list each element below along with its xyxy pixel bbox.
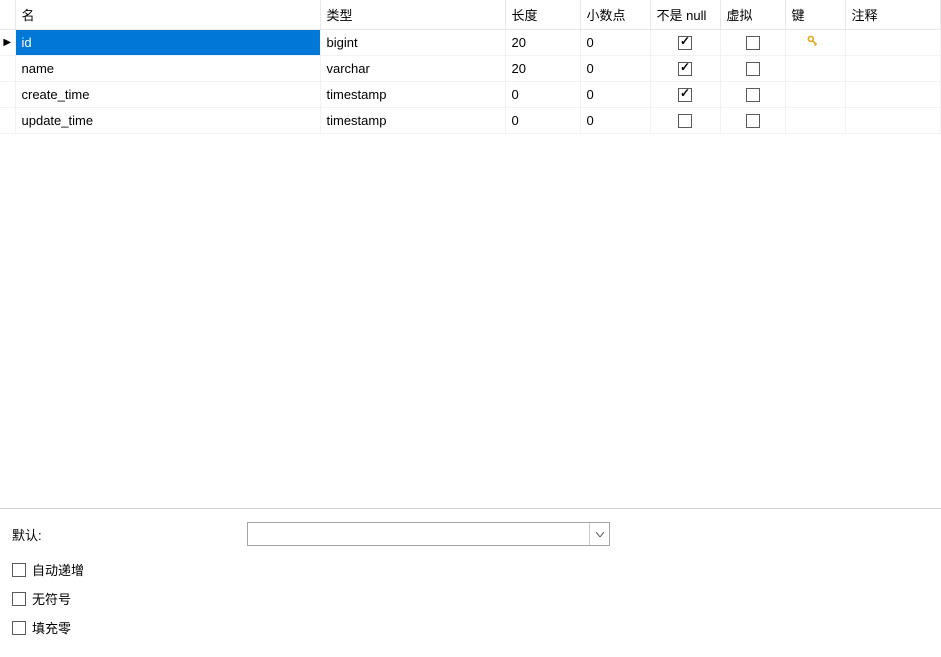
unsigned-checkbox[interactable] [12, 592, 26, 606]
auto-increment-label: 自动递增 [32, 560, 84, 579]
row-marker: ▶ [0, 30, 15, 56]
cell-length[interactable]: 0 [505, 82, 580, 108]
cell-length[interactable]: 20 [505, 56, 580, 82]
header-comment[interactable]: 注释 [845, 0, 941, 30]
header-notnull[interactable]: 不是 null [650, 0, 720, 30]
cell-comment[interactable] [845, 108, 941, 134]
cell-decimal[interactable]: 0 [580, 30, 650, 56]
cell-virtual[interactable] [720, 30, 785, 56]
table-row[interactable]: create_timetimestamp00 [0, 82, 941, 108]
auto-increment-row[interactable]: 自动递增 [12, 560, 929, 579]
cell-notnull[interactable] [650, 108, 720, 134]
cell-type[interactable]: timestamp [320, 108, 505, 134]
cell-comment[interactable] [845, 30, 941, 56]
cell-virtual[interactable] [720, 108, 785, 134]
triangle-right-icon: ▶ [3, 37, 11, 48]
default-select-wrapper [247, 522, 610, 546]
fields-table-container: 名 类型 长度 小数点 不是 null 虚拟 键 注释 ▶idbigint200… [0, 0, 941, 508]
cell-type[interactable]: varchar [320, 56, 505, 82]
unsigned-row[interactable]: 无符号 [12, 589, 929, 608]
virtual-checkbox[interactable] [746, 114, 760, 128]
header-name[interactable]: 名 [15, 0, 320, 30]
unsigned-label: 无符号 [32, 589, 71, 608]
cell-notnull[interactable] [650, 82, 720, 108]
cell-decimal[interactable]: 0 [580, 108, 650, 134]
key-icon [806, 34, 820, 51]
cell-comment[interactable] [845, 82, 941, 108]
row-marker [0, 108, 15, 134]
virtual-checkbox[interactable] [746, 62, 760, 76]
table-row[interactable]: ▶ idbigint200 1 [0, 30, 941, 56]
cell-type[interactable]: bigint [320, 30, 505, 56]
virtual-checkbox[interactable] [746, 36, 760, 50]
fields-table: 名 类型 长度 小数点 不是 null 虚拟 键 注释 ▶idbigint200… [0, 0, 941, 134]
cell-name[interactable]: update_time [15, 108, 320, 134]
auto-increment-checkbox[interactable] [12, 563, 26, 577]
cell-name[interactable]: name [15, 56, 320, 82]
cell-key[interactable] [785, 82, 845, 108]
header-marker [0, 0, 15, 30]
table-row[interactable]: update_timetimestamp00 [0, 108, 941, 134]
field-properties-panel: 默认: 自动递增 无符号 填充零 [0, 508, 941, 657]
cell-virtual[interactable] [720, 56, 785, 82]
header-length[interactable]: 长度 [505, 0, 580, 30]
notnull-checkbox[interactable] [678, 88, 692, 102]
zerofill-row[interactable]: 填充零 [12, 618, 929, 637]
table-row[interactable]: namevarchar200 [0, 56, 941, 82]
cell-comment[interactable] [845, 56, 941, 82]
header-key[interactable]: 键 [785, 0, 845, 30]
default-select[interactable] [247, 522, 610, 546]
virtual-checkbox[interactable] [746, 88, 760, 102]
cell-name[interactable]: create_time [15, 82, 320, 108]
cell-name[interactable]: id [15, 30, 320, 56]
header-virtual[interactable]: 虚拟 [720, 0, 785, 30]
default-label: 默认: [12, 525, 247, 544]
cell-key[interactable] [785, 108, 845, 134]
default-row: 默认: [12, 522, 929, 546]
zerofill-checkbox[interactable] [12, 621, 26, 635]
cell-key[interactable]: 1 [785, 30, 845, 56]
cell-type[interactable]: timestamp [320, 82, 505, 108]
cell-length[interactable]: 20 [505, 30, 580, 56]
row-marker [0, 82, 15, 108]
table-header-row: 名 类型 长度 小数点 不是 null 虚拟 键 注释 [0, 0, 941, 30]
header-decimal[interactable]: 小数点 [580, 0, 650, 30]
notnull-checkbox[interactable] [678, 62, 692, 76]
cell-decimal[interactable]: 0 [580, 82, 650, 108]
header-type[interactable]: 类型 [320, 0, 505, 30]
cell-length[interactable]: 0 [505, 108, 580, 134]
cell-decimal[interactable]: 0 [580, 56, 650, 82]
cell-key[interactable] [785, 56, 845, 82]
cell-notnull[interactable] [650, 56, 720, 82]
notnull-checkbox[interactable] [678, 36, 692, 50]
cell-notnull[interactable] [650, 30, 720, 56]
cell-virtual[interactable] [720, 82, 785, 108]
notnull-checkbox[interactable] [678, 114, 692, 128]
row-marker [0, 56, 15, 82]
key-number: 1 [822, 35, 829, 50]
zerofill-label: 填充零 [32, 618, 71, 637]
